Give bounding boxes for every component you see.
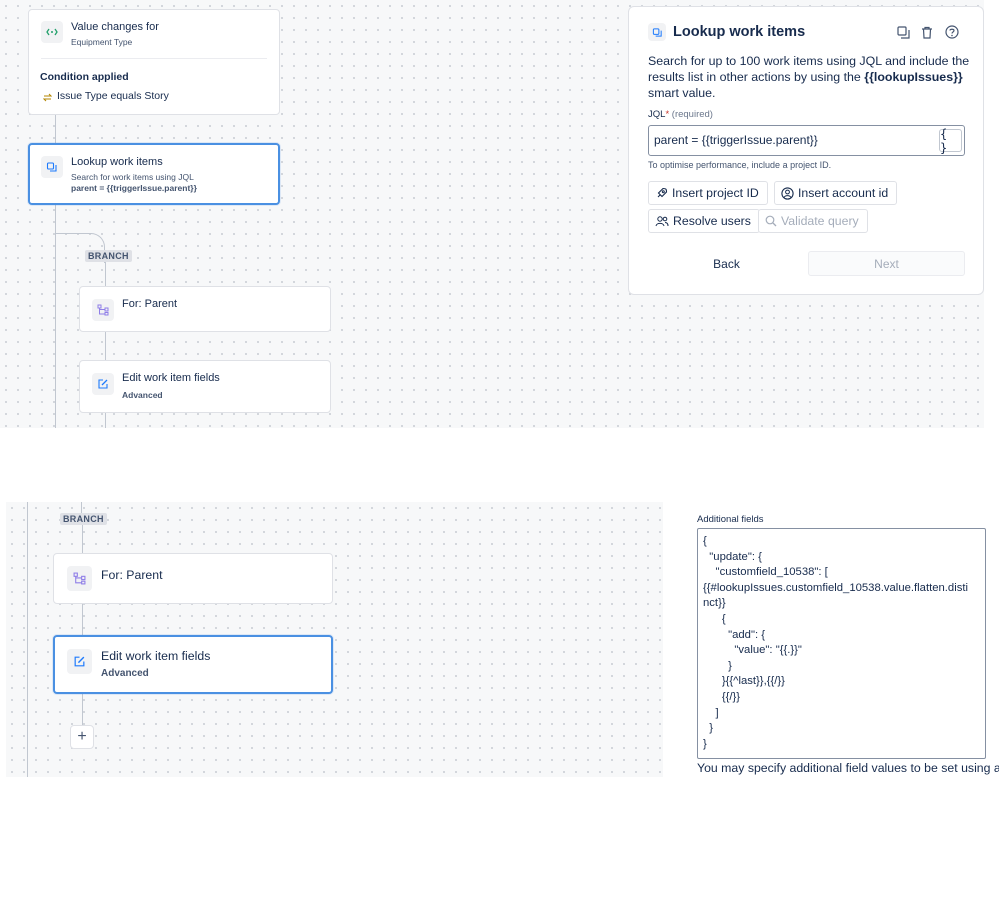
panel-description: Search for up to 100 work items using JQ… <box>648 54 970 100</box>
search-list-icon <box>648 23 666 41</box>
edit-fields-card[interactable]: Edit work item fields Advanced <box>79 360 331 413</box>
user-circle-icon <box>781 186 794 200</box>
help-icon[interactable] <box>943 23 961 41</box>
lookup-title: Lookup work items <box>71 156 163 168</box>
smart-value-button[interactable]: { } <box>939 127 962 155</box>
additional-fields-label: Additional fields <box>697 514 764 525</box>
for-parent-card[interactable]: For: Parent <box>53 553 333 604</box>
automation-canvas-top[interactable]: Value changes for Equipment Type Conditi… <box>0 0 984 428</box>
back-button[interactable]: Back <box>648 251 805 276</box>
connector <box>27 502 28 777</box>
jql-hint: To optimise performance, include a proje… <box>648 160 832 170</box>
condition-heading: Condition applied <box>40 71 129 83</box>
edit-icon <box>67 649 92 674</box>
additional-fields-textarea[interactable]: { "update": { "customfield_10538": [ {{#… <box>697 528 986 759</box>
next-button[interactable]: Next <box>808 251 965 276</box>
branch-label: BRANCH <box>85 250 132 262</box>
resolve-users-button[interactable]: Resolve users <box>648 209 760 233</box>
edit-fields-title: Edit work item fields <box>101 649 211 663</box>
trigger-card[interactable]: Value changes for Equipment Type Conditi… <box>28 9 280 115</box>
insert-project-id-button[interactable]: Insert project ID <box>648 181 768 205</box>
branch-icon <box>92 299 114 321</box>
lookup-subtitle: Search for work items using JQL <box>71 172 194 182</box>
additional-fields-code: { "update": { "customfield_10538": [ {{#… <box>703 535 969 750</box>
insert-account-id-button[interactable]: Insert account id <box>774 181 898 205</box>
lookup-config-panel: Lookup work items Search for up to 100 w… <box>628 6 984 295</box>
trash-icon[interactable] <box>918 23 936 41</box>
lookup-card[interactable]: Lookup work items Search for work items … <box>28 143 280 205</box>
lookup-query: parent = {{triggerIssue.parent}} <box>71 183 197 193</box>
edit-fields-card[interactable]: Edit work item fields Advanced <box>53 635 333 694</box>
automation-canvas-bottom[interactable]: BRANCH For: Parent Edit work item fields… <box>6 502 663 777</box>
rocket-icon <box>655 187 668 200</box>
for-parent-title: For: Parent <box>122 298 178 310</box>
for-parent-card[interactable]: For: Parent <box>79 286 331 332</box>
branch-label: BRANCH <box>60 513 107 525</box>
code-icon <box>41 21 63 43</box>
edit-icon <box>92 373 114 395</box>
search-icon <box>765 215 777 227</box>
for-parent-title: For: Parent <box>101 568 163 582</box>
swap-icon <box>41 91 53 103</box>
branch-icon <box>67 566 92 591</box>
additional-fields-help: You may specify additional field values … <box>697 761 999 775</box>
jql-input[interactable]: parent = {{triggerIssue.parent}} { } <box>648 125 965 156</box>
edit-fields-title: Edit work item fields <box>122 372 220 384</box>
validate-query-button[interactable]: Validate query <box>758 209 868 233</box>
people-icon <box>655 215 669 227</box>
jql-label: JQL* (required) <box>648 109 713 120</box>
add-step-button[interactable]: + <box>70 725 94 749</box>
edit-fields-subtitle: Advanced <box>101 668 149 679</box>
condition-text: Issue Type equals Story <box>57 90 169 102</box>
connector <box>55 115 56 145</box>
divider <box>41 58 267 59</box>
trigger-subtitle: Equipment Type <box>71 37 133 47</box>
trigger-title: Value changes for <box>71 21 159 33</box>
connector <box>82 514 83 726</box>
search-list-icon <box>41 156 63 178</box>
edit-fields-subtitle: Advanced <box>122 390 163 400</box>
panel-title: Lookup work items <box>673 24 806 40</box>
jql-value: parent = {{triggerIssue.parent}} <box>654 133 818 147</box>
duplicate-icon[interactable] <box>894 23 912 41</box>
